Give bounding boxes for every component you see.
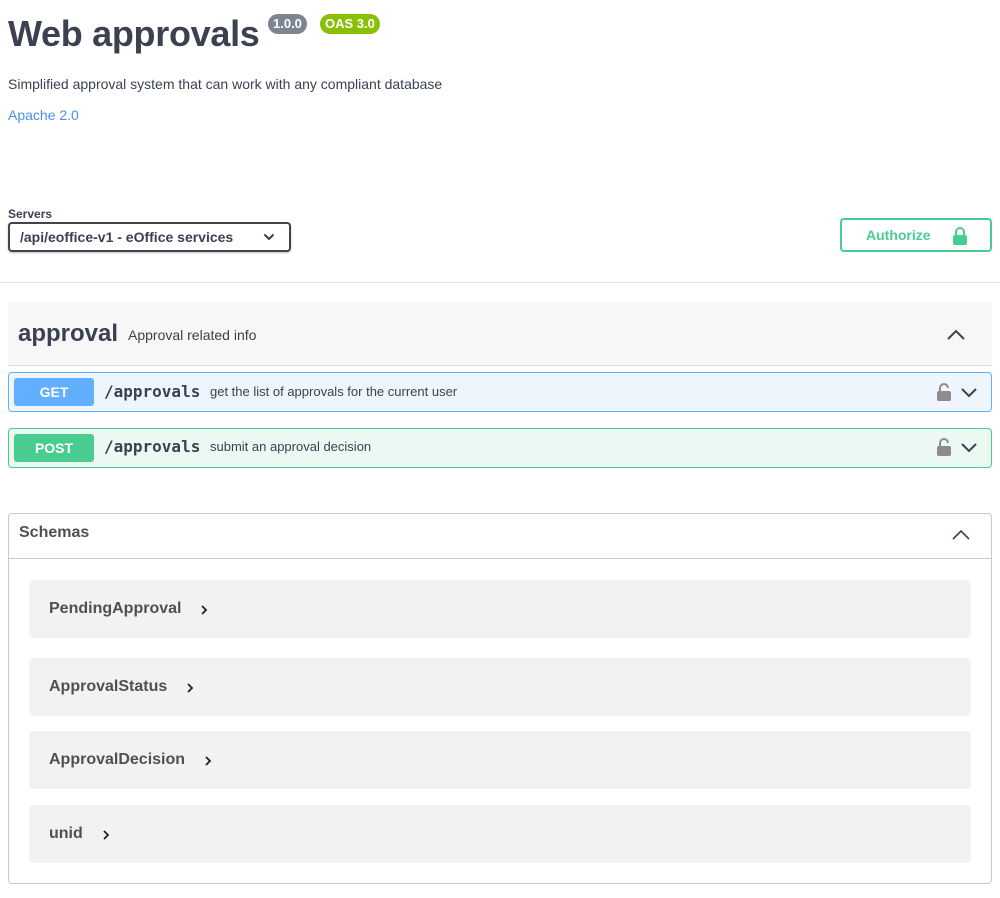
lock-icon[interactable] xyxy=(936,437,952,457)
chevron-right-icon[interactable] xyxy=(102,829,110,841)
model-name: ApprovalStatus xyxy=(49,678,168,695)
schemas-title: Schemas xyxy=(19,524,90,541)
chevron-down-icon[interactable] xyxy=(960,387,978,399)
chevron-up-icon[interactable] xyxy=(946,328,966,342)
method-badge-post: POST xyxy=(14,434,94,462)
chevron-down-icon[interactable] xyxy=(960,442,978,454)
authorize-button[interactable]: Authorize xyxy=(840,218,992,252)
page-title: Web approvals xyxy=(8,13,260,54)
servers-label: Servers xyxy=(8,207,53,221)
oas-badge: OAS 3.0 xyxy=(320,14,380,34)
operation-summary: submit an approval decision xyxy=(210,439,372,454)
operation-summary: get the list of approvals for the curren… xyxy=(210,384,458,399)
model-name: PendingApproval xyxy=(49,600,182,617)
chevron-right-icon[interactable] xyxy=(204,755,212,767)
chevron-right-icon[interactable] xyxy=(186,682,194,694)
version-badge: 1.0.0 xyxy=(268,14,307,34)
server-select[interactable]: /api/eoffice-v1 - eOffice services xyxy=(8,222,291,252)
schemas-header[interactable] xyxy=(9,514,991,559)
divider xyxy=(0,282,1000,283)
operation-path: /approvals xyxy=(104,437,201,456)
chevron-right-icon[interactable] xyxy=(200,604,208,616)
model-unid[interactable] xyxy=(29,805,971,863)
tag-description: Approval related info xyxy=(128,327,257,343)
method-badge-get: GET xyxy=(14,378,94,406)
model-name: ApprovalDecision xyxy=(49,751,186,768)
server-select-value: /api/eoffice-v1 - eOffice services xyxy=(20,229,234,245)
license-link[interactable]: Apache 2.0 xyxy=(8,106,79,124)
tag-name[interactable]: approval xyxy=(18,318,118,350)
api-description: Simplified approval system that can work… xyxy=(8,76,443,92)
lock-icon xyxy=(953,227,967,245)
chevron-down-icon xyxy=(264,234,274,240)
operation-path: /approvals xyxy=(104,382,201,401)
model-approvalstatus[interactable] xyxy=(29,658,971,716)
chevron-up-icon[interactable] xyxy=(951,528,971,542)
authorize-label: Authorize xyxy=(866,227,931,243)
model-name: unid xyxy=(49,825,83,842)
lock-icon[interactable] xyxy=(936,382,952,402)
